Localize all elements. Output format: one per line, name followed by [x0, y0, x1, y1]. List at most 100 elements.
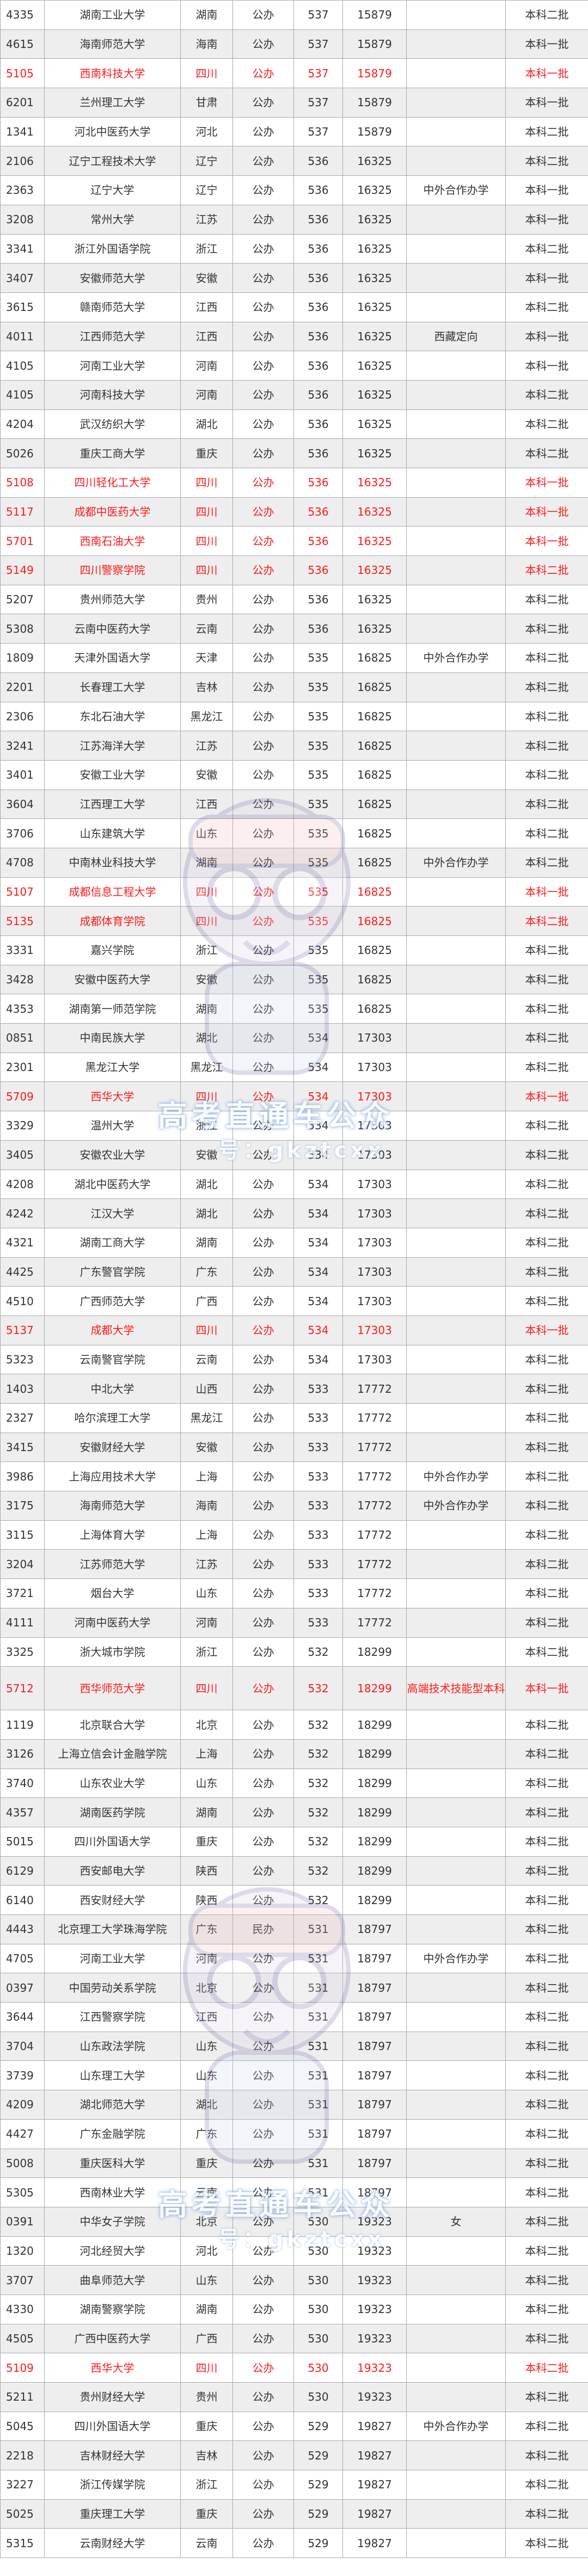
province-cell: 四川	[180, 906, 233, 936]
table-row: 3401 安徽工业大学 安徽 公办 535 16825 本科二批	[0, 760, 588, 790]
table-row: 4505 广西中医药大学 广西 公办 530 19323 本科二批	[0, 2323, 588, 2354]
min-rank-cell: 19827	[342, 2470, 407, 2500]
note-cell	[406, 1344, 506, 1375]
school-name-cell: 云南警官学院	[44, 1344, 181, 1375]
min-rank-cell: 18299	[342, 1666, 407, 1711]
batch-cell: 本科二批	[505, 701, 588, 732]
batch-cell: 本科二批	[505, 818, 588, 848]
province-cell: 重庆	[180, 1826, 233, 1857]
ownership-cell: 公办	[232, 1549, 294, 1580]
school-name-cell: 广东警官学院	[44, 1257, 181, 1287]
min-rank-cell: 19323	[342, 2323, 407, 2354]
batch-cell: 本科二批	[505, 1797, 588, 1827]
province-cell: 北京	[180, 1710, 233, 1740]
ownership-cell: 公办	[232, 175, 294, 205]
min-rank-cell: 16325	[342, 351, 407, 381]
table-row: 2306 东北石油大学 黑龙江 公办 535 16825 本科二批	[0, 701, 588, 732]
table-row: 4111 河南中医药大学 河南 公办 533 17772 本科二批	[0, 1607, 588, 1638]
school-name-cell: 贵州财经大学	[44, 2382, 181, 2412]
table-row: 3115 上海体育大学 上海 公办 533 17772 本科二批	[0, 1520, 588, 1550]
note-cell: 中外合作办学	[406, 1943, 506, 1974]
min-score-cell: 533	[293, 1578, 343, 1608]
batch-cell: 本科二批	[505, 1885, 588, 1915]
batch-cell: 本科二批	[505, 1344, 588, 1375]
ownership-cell: 公办	[232, 2411, 294, 2442]
note-cell	[406, 2499, 506, 2529]
table-row: 3331 嘉兴学院 浙江 公办 535 16825 本科二批	[0, 935, 588, 965]
note-cell	[406, 1826, 506, 1857]
min-rank-cell: 15879	[342, 117, 407, 147]
min-rank-cell: 18299	[342, 1710, 407, 1740]
min-rank-cell: 16325	[342, 468, 407, 498]
note-cell	[406, 58, 506, 89]
min-rank-cell: 17303	[342, 1081, 407, 1112]
table-row: 5149 四川警察学院 四川 公办 536 16325 本科二批	[0, 555, 588, 585]
school-code-cell: 3415	[0, 1432, 45, 1463]
table-row: 1809 天津外国语大学 天津 公办 535 16825 中外合作办学 本科二批	[0, 643, 588, 673]
province-cell: 重庆	[180, 438, 233, 468]
min-rank-cell: 16325	[342, 409, 407, 439]
batch-cell: 本科二批	[505, 2206, 588, 2237]
table-row: 5305 西南林业大学 云南 公办 531 18797 本科二批	[0, 2177, 588, 2207]
min-rank-cell: 18299	[342, 1768, 407, 1798]
batch-cell: 本科二批	[505, 555, 588, 585]
batch-cell: 本科二批	[505, 1461, 588, 1492]
note-cell	[406, 117, 506, 147]
province-cell: 湖北	[180, 1198, 233, 1228]
min-score-cell: 533	[293, 1374, 343, 1404]
ownership-cell: 公办	[232, 1227, 294, 1258]
ownership-cell: 公办	[232, 438, 294, 468]
note-cell	[406, 789, 506, 819]
school-code-cell: 0397	[0, 1973, 45, 2003]
min-rank-cell: 16825	[342, 906, 407, 936]
batch-cell: 本科二批	[505, 438, 588, 468]
school-name-cell: 四川轻化工大学	[44, 468, 181, 498]
school-code-cell: 5108	[0, 468, 45, 498]
batch-cell: 本科一批	[505, 1081, 588, 1112]
min-score-cell: 532	[293, 1826, 343, 1857]
min-rank-cell: 16825	[342, 643, 407, 673]
province-cell: 江西	[180, 2002, 233, 2032]
school-name-cell: 河北经贸大学	[44, 2236, 181, 2266]
table-row: 5323 云南警官学院 云南 公办 534 17303 本科二批	[0, 1344, 588, 1375]
min-score-cell: 534	[293, 1140, 343, 1170]
min-rank-cell: 18797	[342, 2060, 407, 2091]
ownership-cell: 公办	[232, 1666, 294, 1711]
min-rank-cell: 15879	[342, 58, 407, 89]
school-name-cell: 四川外国语大学	[44, 2411, 181, 2442]
province-cell: 四川	[180, 526, 233, 556]
min-score-cell: 531	[293, 1973, 343, 2003]
province-cell: 山西	[180, 1374, 233, 1404]
batch-cell: 本科二批	[505, 1739, 588, 1769]
min-rank-cell: 16325	[342, 175, 407, 205]
min-score-cell: 537	[293, 117, 343, 147]
province-cell: 安徽	[180, 1140, 233, 1170]
school-name-cell: 西华大学	[44, 1081, 181, 1112]
batch-cell: 本科二批	[505, 2236, 588, 2266]
table-row: 4208 湖北中医药大学 湖北 公办 534 17303 本科二批	[0, 1169, 588, 1200]
school-name-cell: 江苏海洋大学	[44, 731, 181, 761]
table-row: 3175 海南师范大学 海南 公办 533 17772 中外合作办学 本科二批	[0, 1491, 588, 1521]
table-row: 3241 江苏海洋大学 江苏 公办 535 16825 本科二批	[0, 731, 588, 761]
batch-cell: 本科二批	[505, 1520, 588, 1550]
school-code-cell: 4111	[0, 1607, 45, 1638]
province-cell: 云南	[180, 2528, 233, 2559]
school-code-cell: 4353	[0, 994, 45, 1024]
min-score-cell: 533	[293, 1403, 343, 1433]
note-cell	[406, 2528, 506, 2559]
note-cell	[406, 906, 506, 936]
province-cell: 贵州	[180, 2382, 233, 2412]
min-rank-cell: 17303	[342, 1315, 407, 1345]
note-cell	[406, 497, 506, 527]
min-rank-cell: 19323	[342, 2236, 407, 2266]
min-score-cell: 535	[293, 877, 343, 907]
school-name-cell: 云南中医药大学	[44, 614, 181, 644]
school-code-cell: 1119	[0, 1710, 45, 1740]
school-name-cell: 江西理工大学	[44, 789, 181, 819]
note-cell: 女	[406, 2206, 506, 2237]
batch-cell: 本科一批	[505, 1315, 588, 1345]
table-row: 3126 上海立信会计金融学院 上海 公办 532 18299 本科二批	[0, 1739, 588, 1769]
min-score-cell: 535	[293, 994, 343, 1024]
batch-cell: 本科一批	[505, 29, 588, 59]
ownership-cell: 公办	[232, 1578, 294, 1608]
